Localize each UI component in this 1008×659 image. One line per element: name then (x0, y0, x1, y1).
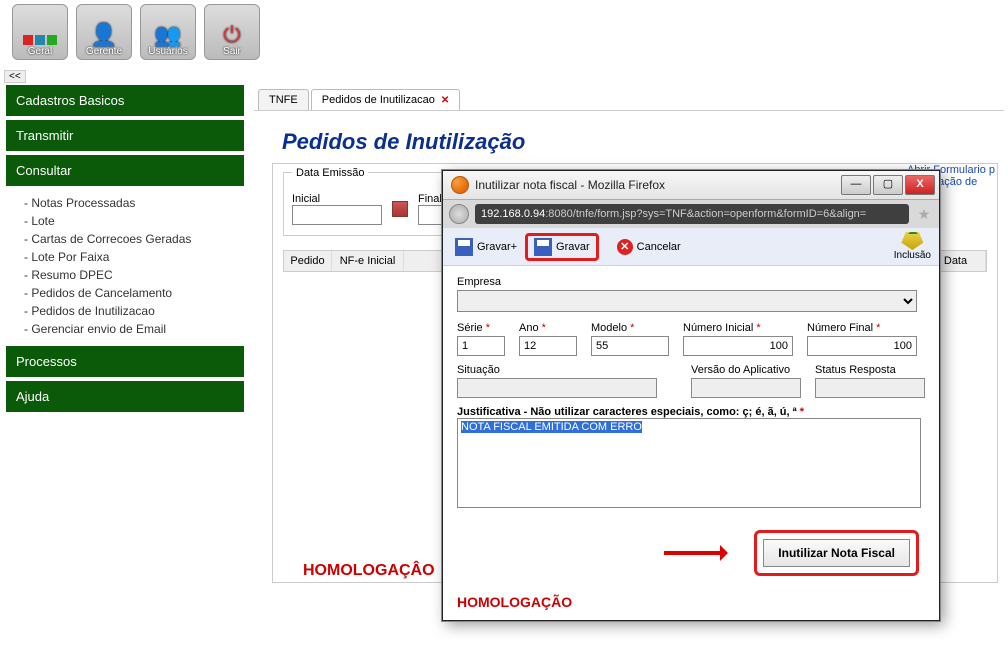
toolbar-gerente-button[interactable]: 👤 Gerente (76, 4, 132, 60)
window-close-button[interactable]: X (905, 175, 935, 195)
save-icon (534, 238, 552, 256)
popup-window: Inutilizar nota fiscal - Mozilla Firefox… (442, 170, 940, 621)
toolbar-usuarios-button[interactable]: 👥 Usuários (140, 4, 196, 60)
tab-pedidos-label: Pedidos de Inutilizacao (322, 94, 435, 106)
cancelar-button[interactable]: ✕ Cancelar (613, 237, 685, 257)
toolbar-gerente-label: Gerente (86, 46, 122, 57)
page-title: Pedidos de Inutilização (282, 129, 1004, 155)
toolbar-usuarios-label: Usuários (148, 46, 187, 57)
empresa-label: Empresa (457, 276, 917, 288)
inicial-input[interactable] (292, 205, 382, 225)
popup-titlebar[interactable]: Inutilizar nota fiscal - Mozilla Firefox… (443, 171, 939, 200)
sidebar-sub-notas[interactable]: - Notas Processadas (24, 194, 244, 212)
sidebar: Cadastros Basicos Transmitir Consultar -… (0, 85, 250, 583)
sidebar-sub-inutilizacao[interactable]: - Pedidos de Inutilizacao (24, 302, 244, 320)
sidebar-sub-cancelamento[interactable]: - Pedidos de Cancelamento (24, 284, 244, 302)
gravar-plus-label: Gravar+ (477, 241, 517, 253)
sidebar-sub-cartas[interactable]: - Cartas de Correcoes Geradas (24, 230, 244, 248)
gravar-label: Gravar (556, 241, 590, 253)
inclusao-label: Inclusão (894, 250, 931, 261)
tab-bar: TNFE Pedidos de Inutilizacao ✕ (254, 89, 1004, 111)
user-gear-icon: 👥 (154, 24, 181, 46)
calendar-icon[interactable] (392, 201, 408, 217)
url-host: 192.168.0.94 (481, 208, 545, 220)
power-icon: ⏻ (223, 24, 240, 46)
cubes-icon (22, 34, 58, 46)
toolbar-sair-button[interactable]: ⏻ Sair (204, 4, 260, 60)
num-fin-input[interactable] (807, 336, 917, 356)
sidebar-sub-lotefaixa[interactable]: - Lote Por Faixa (24, 248, 244, 266)
sidebar-sub-lote[interactable]: - Lote (24, 212, 244, 230)
sidebar-item-cadastros[interactable]: Cadastros Basicos (6, 85, 244, 116)
num-fin-label: Número Final * (807, 322, 917, 334)
url-display[interactable]: 192.168.0.94:8080/tnfe/form.jsp?sys=TNF&… (475, 204, 909, 224)
tab-pedidos[interactable]: Pedidos de Inutilizacao ✕ (311, 89, 461, 110)
versao-input (691, 378, 801, 398)
homolog-label: HOMOLOGAÇÂO (303, 562, 435, 580)
sidebar-item-transmitir[interactable]: Transmitir (6, 120, 244, 151)
firefox-icon (451, 176, 469, 194)
serie-label: Série * (457, 322, 505, 334)
cancel-icon: ✕ (617, 239, 633, 255)
situacao-label: Situação (457, 364, 657, 376)
save-plus-icon (455, 238, 473, 256)
inclusao-button[interactable]: Inclusão (894, 232, 931, 261)
versao-label: Versão do Aplicativo (691, 364, 801, 376)
inicial-label: Inicial (292, 193, 382, 205)
justificativa-input[interactable]: NOTA FISCAL EMITIDA COM ERRO (457, 418, 921, 508)
popup-toolbar: Gravar+ Gravar ✕ Cancelar Inclusão (443, 228, 939, 266)
data-emissao-legend: Data Emissão (292, 167, 368, 179)
window-maximize-button[interactable]: ▢ (873, 175, 903, 195)
popup-title: Inutilizar nota fiscal - Mozilla Firefox (475, 178, 835, 192)
col-nfe-inicial: NF-e Inicial (332, 251, 404, 271)
ano-input[interactable] (519, 336, 577, 356)
inutilizar-button[interactable]: Inutilizar Nota Fiscal (763, 539, 910, 567)
serie-input[interactable] (457, 336, 505, 356)
sidebar-sub-resumo[interactable]: - Resumo DPEC (24, 266, 244, 284)
gravar-button[interactable]: Gravar (530, 236, 594, 258)
empresa-select[interactable] (457, 290, 917, 312)
status-input (815, 378, 925, 398)
globe-icon (449, 204, 469, 224)
address-bar: 192.168.0.94:8080/tnfe/form.jsp?sys=TNF&… (443, 200, 939, 228)
sidebar-submenu-consultar: - Notas Processadas - Lote - Cartas de C… (6, 190, 244, 346)
inutilizar-highlight: Inutilizar Nota Fiscal (754, 530, 919, 576)
sidebar-sub-email[interactable]: - Gerenciar envio de Email (24, 320, 244, 338)
tab-close-icon[interactable]: ✕ (441, 95, 449, 106)
num-ini-label: Número Inicial * (683, 322, 793, 334)
sidebar-item-ajuda[interactable]: Ajuda (6, 381, 244, 412)
toolbar-sair-label: Sair (223, 46, 241, 57)
inclusao-icon (901, 232, 923, 250)
ano-label: Ano * (519, 322, 577, 334)
popup-homolog-label: HOMOLOGAÇÃO (443, 590, 939, 620)
toolbar-geral-button[interactable]: Geral (12, 4, 68, 60)
bookmark-star-icon[interactable]: ★ (915, 205, 933, 223)
cancelar-label: Cancelar (637, 241, 681, 253)
modelo-input[interactable] (591, 336, 669, 356)
sidebar-item-processos[interactable]: Processos (6, 346, 244, 377)
tab-tnfe-label: TNFE (269, 94, 298, 106)
sidebar-item-consultar[interactable]: Consultar (6, 155, 244, 186)
status-label: Status Resposta (815, 364, 925, 376)
justificativa-label: Justificativa - Não utilizar caracteres … (457, 406, 925, 418)
arrow-annotation (664, 551, 724, 555)
tab-tnfe[interactable]: TNFE (258, 89, 309, 110)
modelo-label: Modelo * (591, 322, 669, 334)
col-pedido: Pedido (284, 251, 332, 271)
gravar-highlight: Gravar (525, 233, 599, 261)
gravar-plus-button[interactable]: Gravar+ (451, 236, 521, 258)
num-ini-input[interactable] (683, 336, 793, 356)
manager-icon: 👤 (90, 24, 117, 46)
toolbar-geral-label: Geral (28, 46, 52, 57)
window-minimize-button[interactable]: — (841, 175, 871, 195)
situacao-input (457, 378, 657, 398)
url-rest: :8080/tnfe/form.jsp?sys=TNF&action=openf… (545, 208, 866, 220)
justificativa-text: NOTA FISCAL EMITIDA COM ERRO (461, 421, 642, 433)
popup-body: Empresa Série * Ano * Modelo * Número In… (443, 266, 939, 590)
top-toolbar: Geral 👤 Gerente 👥 Usuários ⏻ Sair (0, 0, 1008, 64)
collapse-sidebar-button[interactable]: << (4, 70, 26, 83)
